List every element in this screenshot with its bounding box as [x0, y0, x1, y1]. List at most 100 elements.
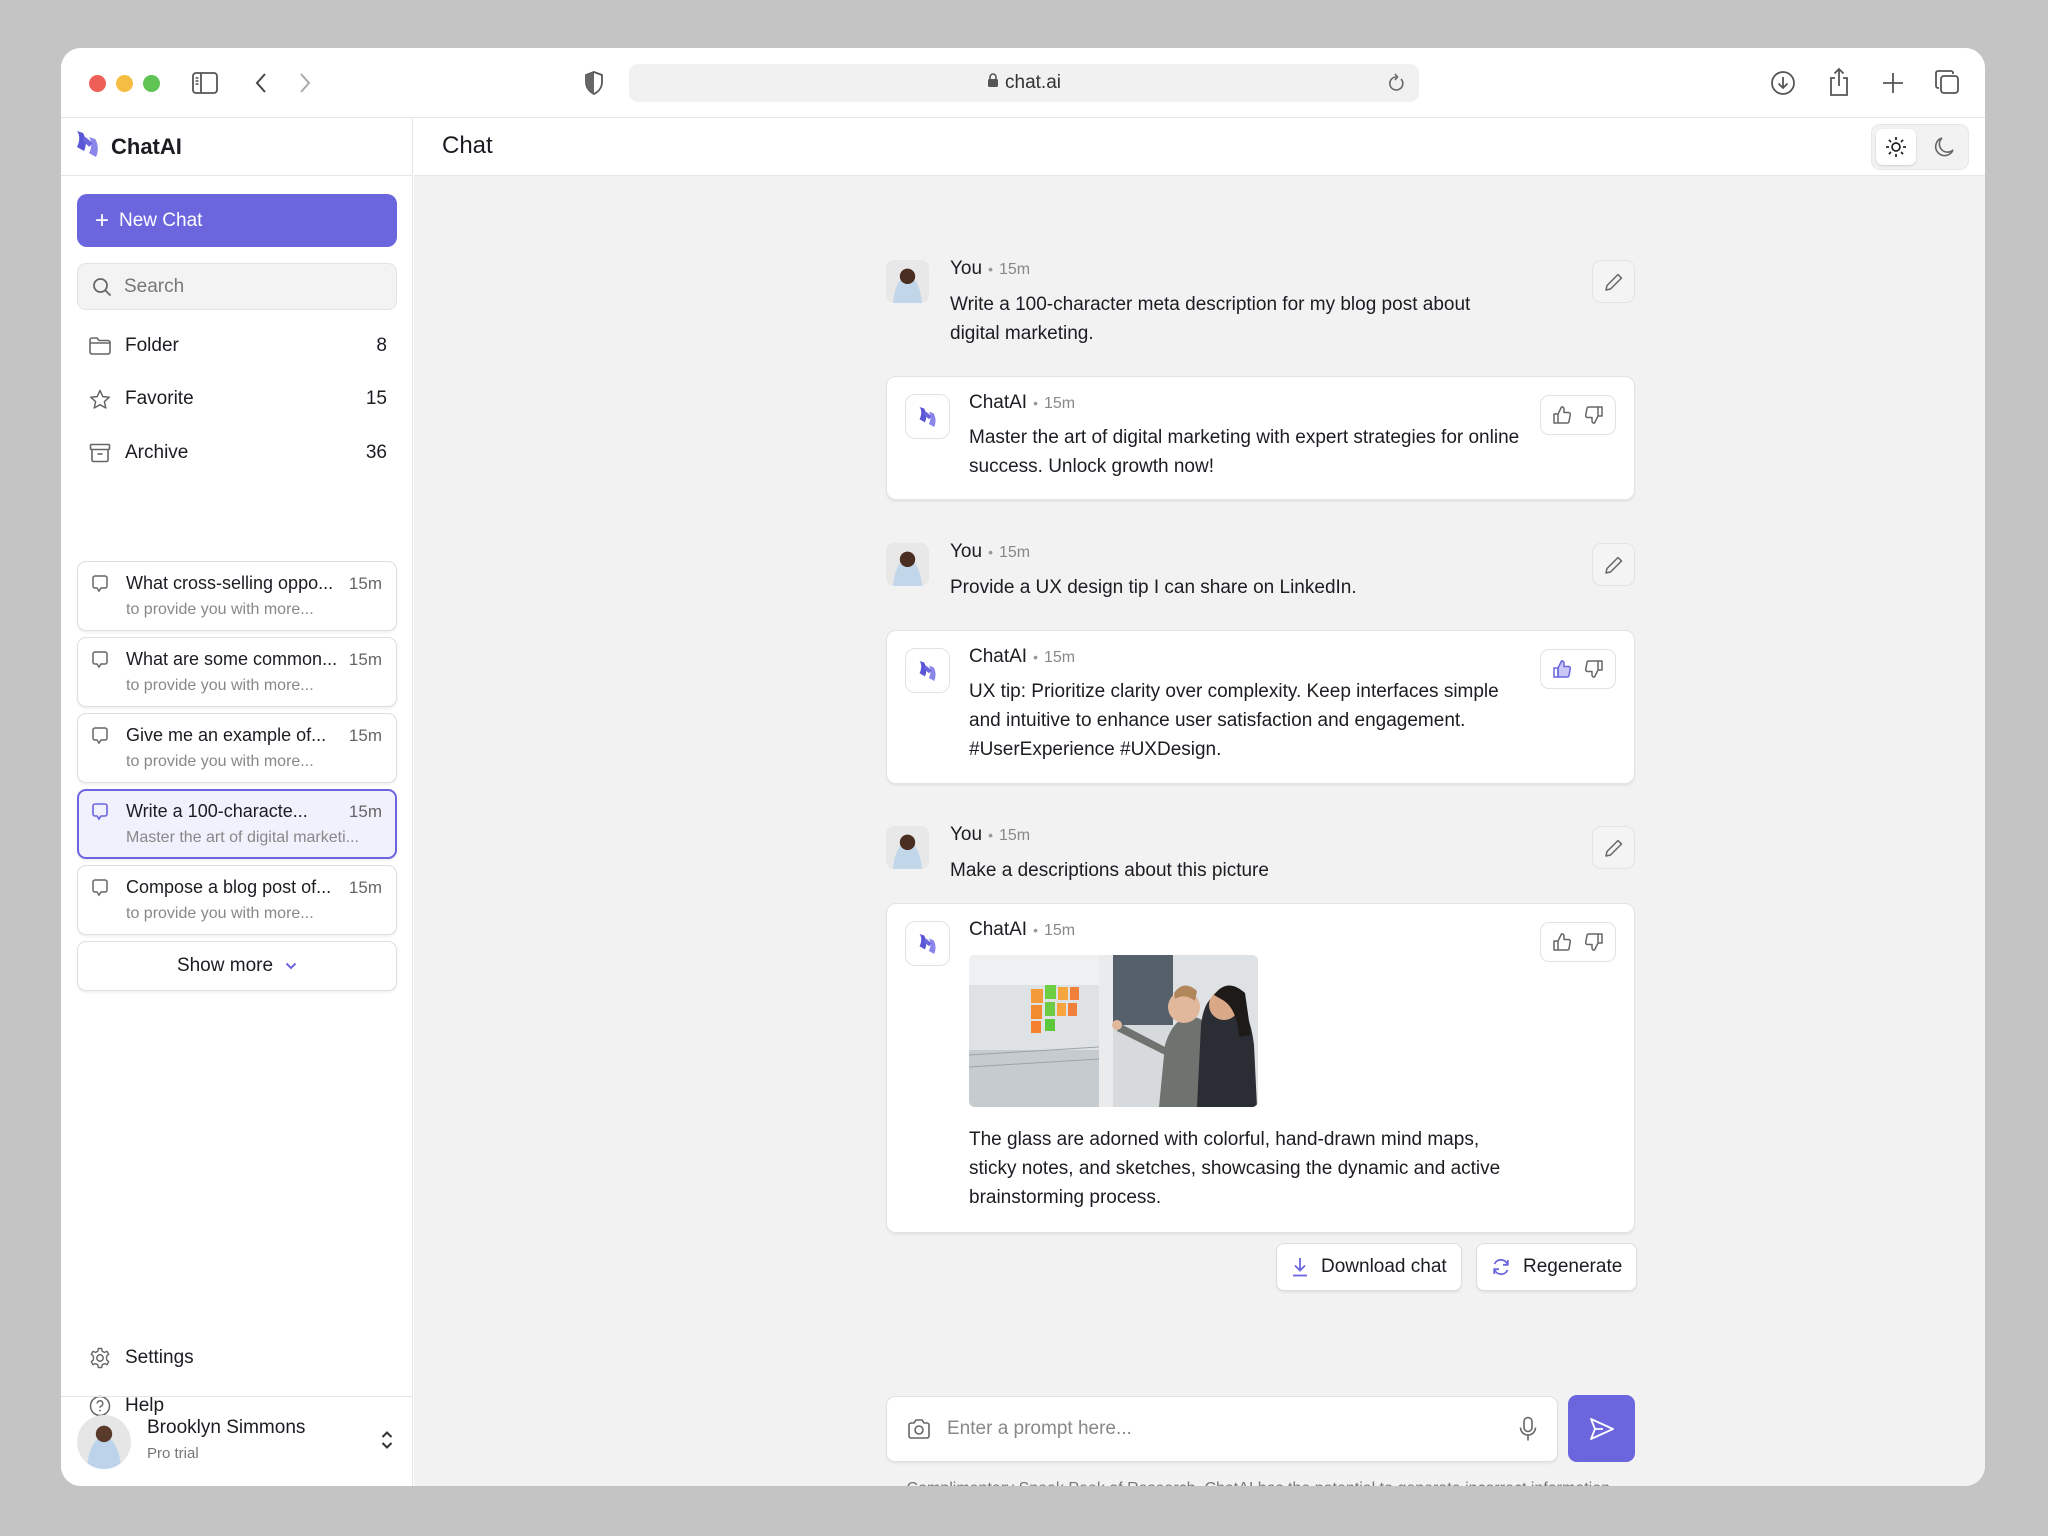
settings-label: Settings: [125, 1347, 194, 1368]
brand-name: ChatAI: [111, 133, 182, 159]
sidebar-item-favorite[interactable]: Favorite 15: [89, 383, 387, 415]
new-chat-button[interactable]: + New Chat: [77, 194, 397, 247]
minimize-window-button[interactable]: [116, 75, 133, 92]
share-icon[interactable]: [1825, 66, 1853, 98]
browser-window: chat.ai ChatAI + New Chat Search Folder …: [61, 48, 1985, 1486]
separator-dot: •: [1033, 649, 1038, 665]
sun-icon: [1885, 136, 1907, 158]
close-window-button[interactable]: [89, 75, 106, 92]
download-chat-button[interactable]: Download chat: [1276, 1243, 1462, 1291]
message-author: ChatAI: [969, 646, 1028, 667]
chatai-logo-icon: [75, 129, 101, 164]
chat-history-item[interactable]: What cross-selling oppo... 15m to provid…: [77, 561, 397, 631]
chatai-logo-icon: [905, 648, 950, 693]
download-chat-label: Download chat: [1321, 1256, 1447, 1277]
message-header: You • 15m: [950, 541, 1030, 563]
message-time: 15m: [998, 544, 1031, 561]
thumbs-up-icon[interactable]: [1552, 405, 1572, 425]
ai-message: ChatAI • 15m UX tip: Prioritize clarity ov…: [886, 630, 1635, 784]
new-tab-icon[interactable]: [1879, 69, 1907, 97]
pencil-icon: [1604, 272, 1624, 292]
attached-image[interactable]: [969, 955, 1258, 1107]
send-button[interactable]: [1568, 1395, 1635, 1462]
chat-history-item[interactable]: Give me an example of... 15m to provide …: [77, 713, 397, 783]
chatai-logo-icon: [905, 921, 950, 966]
thumbs-down-icon[interactable]: [1584, 659, 1604, 679]
search-input[interactable]: Search: [77, 263, 397, 310]
edit-message-button[interactable]: [1592, 260, 1635, 303]
pencil-icon: [1604, 838, 1624, 858]
folder-label: Folder: [125, 335, 179, 356]
refresh-icon: [1491, 1257, 1511, 1277]
settings-link[interactable]: Settings: [89, 1343, 194, 1373]
regenerate-button[interactable]: Regenerate: [1476, 1243, 1638, 1291]
address-bar[interactable]: chat.ai: [629, 64, 1419, 102]
thumbs-up-icon-active[interactable]: [1552, 659, 1572, 679]
chat-history-item[interactable]: What are some common... 15m to provide y…: [77, 637, 397, 707]
thumbs-up-icon[interactable]: [1552, 932, 1572, 952]
chevron-up-down-icon[interactable]: [380, 1429, 394, 1456]
history-preview: to provide you with more...: [126, 677, 314, 694]
prompt-input[interactable]: [947, 1397, 1467, 1461]
search-placeholder: Search: [124, 275, 185, 297]
privacy-shield-icon[interactable]: [583, 70, 605, 96]
reload-icon[interactable]: [1387, 73, 1405, 98]
folder-icon: [89, 337, 111, 355]
pencil-icon: [1604, 555, 1624, 575]
downloads-icon[interactable]: [1769, 69, 1797, 97]
show-more-button[interactable]: Show more: [77, 941, 397, 991]
chatai-logo-icon: [905, 394, 950, 439]
chat-bubble-icon: [91, 575, 109, 598]
message-author: You: [950, 258, 983, 279]
message-time: 15m: [998, 827, 1031, 844]
ai-message: ChatAI • 15m Master the art of digital mar…: [886, 376, 1635, 500]
dark-mode-button[interactable]: [1924, 129, 1964, 165]
history-preview: Master the art of digital marketi...: [126, 829, 359, 846]
user-avatar: [886, 826, 929, 869]
message-text: Write a 100-character meta description f…: [950, 294, 1471, 344]
chat-history-item[interactable]: Compose a blog post of... 15m to provide…: [77, 865, 397, 935]
chat-bubble-icon: [91, 651, 109, 674]
moon-icon: [1933, 136, 1955, 158]
light-mode-button[interactable]: [1876, 129, 1916, 165]
feedback-buttons: [1540, 649, 1616, 689]
message-author: You: [950, 824, 983, 845]
user-message: You • 15m Provide a UX design tip I can sh…: [886, 541, 1635, 598]
history-time: 15m: [348, 574, 382, 593]
brand: ChatAI: [61, 118, 412, 176]
forward-icon[interactable]: [295, 70, 315, 96]
browser-toolbar: chat.ai: [61, 48, 1985, 118]
edit-message-button[interactable]: [1592, 826, 1635, 869]
user-plan: Pro trial: [147, 1445, 199, 1462]
back-icon[interactable]: [251, 70, 271, 96]
chat-history-item-active[interactable]: Write a 100-characte... 15m Master the a…: [77, 789, 397, 859]
page-title: Chat: [442, 132, 493, 159]
microphone-icon[interactable]: [1519, 1416, 1537, 1442]
tab-overview-icon[interactable]: [1933, 68, 1961, 96]
url-text: chat.ai: [629, 72, 1419, 94]
sidebar-toggle-icon[interactable]: [191, 70, 219, 96]
message-time: 15m: [1044, 922, 1076, 939]
message-header: ChatAI • 15m: [969, 919, 1075, 941]
sidebar-item-archive[interactable]: Archive 36: [89, 437, 387, 469]
message-time: 15m: [1044, 395, 1076, 412]
thumbs-down-icon[interactable]: [1584, 932, 1604, 952]
favorite-count: 15: [365, 388, 387, 409]
camera-icon[interactable]: [907, 1418, 931, 1440]
gear-icon: [89, 1347, 111, 1369]
message-text: Provide a UX design tip I can share on L…: [950, 577, 1357, 598]
maximize-window-button[interactable]: [143, 75, 160, 92]
history-preview: to provide you with more...: [126, 905, 314, 922]
history-title: What are some common...: [126, 649, 336, 669]
history-preview: to provide you with more...: [126, 601, 314, 618]
archive-count: 36: [365, 442, 387, 463]
star-icon: [89, 389, 111, 410]
thumbs-down-icon[interactable]: [1584, 405, 1604, 425]
sidebar-item-folder[interactable]: Folder 8: [89, 330, 387, 362]
user-account-switcher[interactable]: Brooklyn Simmons Pro trial: [61, 1396, 412, 1486]
edit-message-button[interactable]: [1592, 543, 1635, 586]
disclaimer-text: Complimentary Sneak Peek of Research. Ch…: [886, 1480, 1635, 1486]
message-time: 15m: [1044, 649, 1076, 666]
history-title: Give me an example of...: [126, 725, 327, 745]
message-header: You • 15m: [950, 824, 1030, 846]
